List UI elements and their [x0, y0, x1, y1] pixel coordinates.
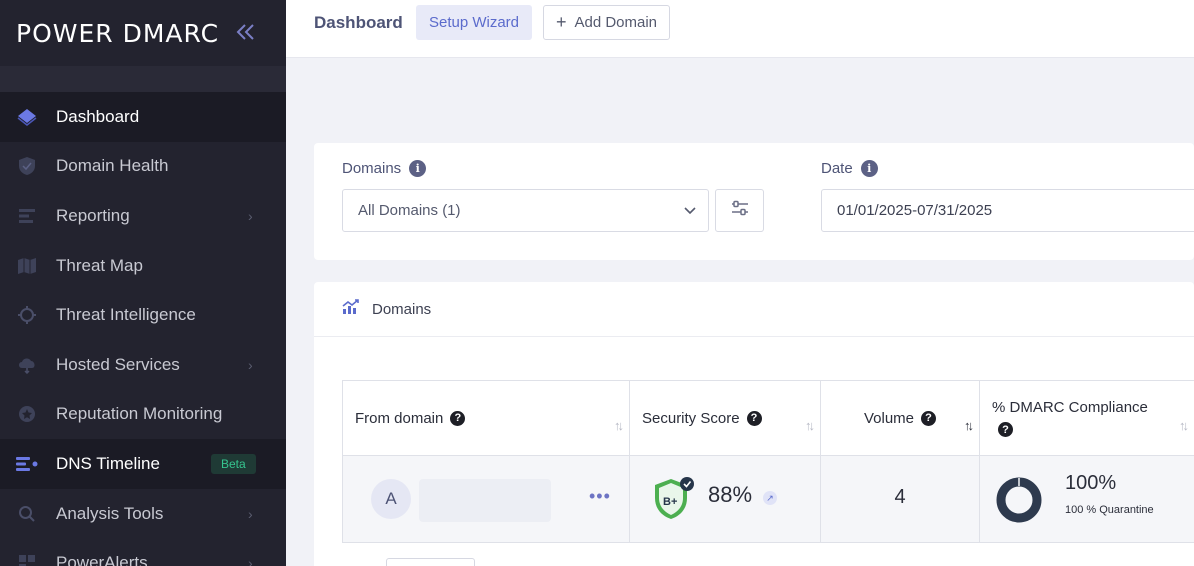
- plus-icon: +: [555, 12, 567, 32]
- top-bar: Dashboard Setup Wizard + Add Domain: [286, 0, 1194, 58]
- info-icon[interactable]: i: [860, 160, 878, 177]
- search-icon: [16, 503, 38, 525]
- sidebar-item-poweralerts[interactable]: PowerAlerts ›: [0, 538, 286, 566]
- column-header-dmarc-compliance[interactable]: % DMARC Compliance ? ↑↓: [980, 381, 1194, 455]
- help-icon[interactable]: ?: [998, 422, 1013, 437]
- shield-icon: [16, 155, 38, 177]
- powerdmarc-logo[interactable]: POWER DMARC: [16, 19, 219, 48]
- compliance-donut-chart: [995, 476, 1043, 529]
- domains-card-header: Domains: [314, 282, 1194, 337]
- sort-icon[interactable]: ↑↓: [1179, 418, 1189, 433]
- sidebar-item-domain-health[interactable]: Domain Health: [0, 142, 286, 192]
- sidebar-item-label: Hosted Services: [56, 354, 180, 374]
- sidebar-item-dashboard[interactable]: Dashboard: [0, 92, 286, 142]
- date-range-value: 01/01/2025-07/31/2025: [837, 202, 993, 219]
- sidebar-item-label: Reputation Monitoring: [56, 404, 223, 424]
- chevron-right-icon: ›: [248, 555, 253, 566]
- sidebar-item-label: Domain Health: [56, 156, 169, 176]
- help-icon[interactable]: ?: [746, 410, 762, 426]
- sort-icon[interactable]: ↑↓: [805, 418, 815, 433]
- arrow-up-right-icon: ↗: [763, 491, 777, 505]
- sort-icon[interactable]: ↑↓: [964, 418, 974, 433]
- table-header-row: From domain ? ↑↓ Security Score ? ↑↓ Vol…: [342, 380, 1194, 456]
- chevron-down-icon: [684, 202, 696, 219]
- filter-card: Domains i All Domains (1) Date i 01/01/2…: [314, 143, 1194, 260]
- help-icon[interactable]: ?: [450, 410, 466, 426]
- beta-badge: Beta: [211, 454, 256, 475]
- table-row: A ••• B+ 88% ↗ 4 100% 100 % Quarantine: [342, 456, 1194, 543]
- cell-dmarc-compliance: 100% 100 % Quarantine: [980, 456, 1194, 542]
- sidebar-item-label: Threat Intelligence: [56, 305, 196, 325]
- column-header-security-score[interactable]: Security Score ? ↑↓: [630, 381, 821, 455]
- domains-select[interactable]: All Domains (1): [342, 189, 709, 232]
- compliance-percent: 100%: [1065, 472, 1117, 494]
- more-options-icon[interactable]: •••: [589, 486, 611, 507]
- date-range-input[interactable]: 01/01/2025-07/31/2025: [821, 189, 1194, 232]
- sidebar-item-reputation-monitoring[interactable]: Reputation Monitoring: [0, 390, 286, 440]
- page-title: Dashboard: [314, 13, 403, 32]
- date-filter-label: Date i: [821, 160, 878, 177]
- cloud-icon: [16, 354, 38, 376]
- alerts-icon: [16, 552, 38, 566]
- sliders-icon: [731, 200, 749, 221]
- domains-label-text: Domains: [342, 160, 402, 177]
- crosshair-icon: [16, 304, 38, 326]
- layers-icon: [16, 106, 38, 128]
- domains-table: From domain ? ↑↓ Security Score ? ↑↓ Vol…: [342, 380, 1194, 543]
- domains-card: Domains From domain ? ↑↓ Security Score …: [314, 282, 1194, 566]
- domains-filter-label: Domains i: [342, 160, 427, 177]
- column-header-from-domain[interactable]: From domain ? ↑↓: [343, 381, 630, 455]
- domains-card-title: Domains: [372, 300, 432, 318]
- domain-name-link[interactable]: [419, 479, 551, 522]
- domains-select-value: All Domains (1): [358, 202, 461, 219]
- filter-settings-button[interactable]: [715, 189, 764, 232]
- column-label: Volume: [863, 409, 915, 427]
- badge-icon: [16, 403, 38, 425]
- help-icon[interactable]: ?: [921, 410, 937, 426]
- chevron-right-icon: ›: [248, 505, 253, 522]
- sort-icon[interactable]: ↑↓: [614, 418, 624, 433]
- bars-icon: [16, 205, 38, 227]
- sidebar-item-label: PowerAlerts: [56, 553, 148, 566]
- sidebar-item-label: Dashboard: [56, 106, 140, 126]
- cell-volume: 4: [821, 456, 980, 542]
- sidebar-item-hosted-services[interactable]: Hosted Services ›: [0, 340, 286, 390]
- add-domain-button[interactable]: + Add Domain: [543, 5, 670, 40]
- security-score-value: 88%: [708, 482, 753, 507]
- chevron-right-icon: ›: [248, 207, 253, 224]
- info-icon[interactable]: i: [409, 160, 427, 177]
- sidebar-item-label: Reporting: [56, 205, 130, 225]
- avatar: A: [371, 479, 411, 519]
- chart-trend-icon: [342, 298, 360, 320]
- sidebar-spacer: [0, 66, 286, 92]
- sidebar-item-analysis-tools[interactable]: Analysis Tools ›: [0, 489, 286, 539]
- sidebar-item-label: DNS Timeline: [56, 453, 160, 473]
- sidebar-item-threat-map[interactable]: Threat Map: [0, 241, 286, 291]
- logo-row: POWER DMARC: [0, 0, 286, 66]
- column-label: % DMARC Compliance: [992, 399, 1148, 416]
- map-icon: [16, 255, 38, 277]
- column-header-volume[interactable]: Volume ? ↑↓: [821, 381, 980, 455]
- pagination-button[interactable]: [386, 558, 475, 566]
- sidebar-item-dns-timeline[interactable]: DNS Timeline Beta: [0, 439, 286, 489]
- sidebar-item-reporting[interactable]: Reporting ›: [0, 191, 286, 241]
- cell-from-domain: A •••: [343, 456, 630, 542]
- volume-value: 4: [894, 486, 906, 508]
- chevron-right-icon: ›: [248, 356, 253, 373]
- compliance-policy: 100 % Quarantine: [1065, 504, 1154, 516]
- add-domain-label: Add Domain: [574, 14, 658, 31]
- setup-wizard-button[interactable]: Setup Wizard: [416, 5, 532, 40]
- sidebar: POWER DMARC Dashboard Domain Health Repo…: [0, 0, 286, 566]
- score-grade: B+: [663, 496, 678, 508]
- sidebar-item-threat-intelligence[interactable]: Threat Intelligence: [0, 290, 286, 340]
- cell-security-score: B+ 88% ↗: [630, 456, 821, 542]
- column-label: Security Score: [642, 409, 740, 427]
- sidebar-item-label: Threat Map: [56, 255, 143, 275]
- collapse-sidebar-icon[interactable]: [234, 20, 258, 44]
- sidebar-item-label: Analysis Tools: [56, 503, 164, 523]
- date-label-text: Date: [821, 160, 853, 177]
- column-label: From domain: [355, 409, 444, 427]
- timeline-icon: [16, 453, 38, 475]
